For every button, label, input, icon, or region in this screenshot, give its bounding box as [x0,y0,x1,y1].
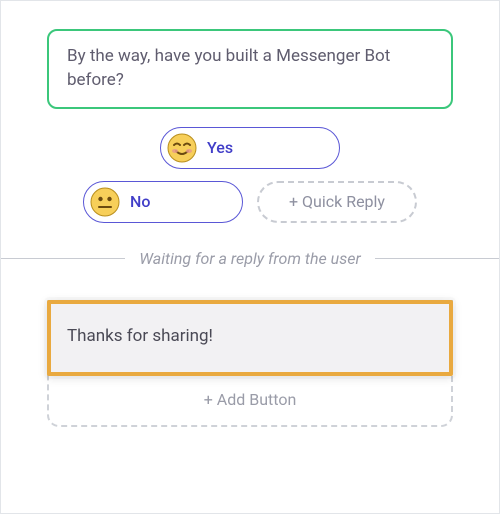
quick-replies-group: Yes No + Quick Reply [23,127,477,223]
response-card: Thanks for sharing! + Add Button [47,300,453,427]
quick-reply-yes[interactable]: Yes [160,127,340,169]
quick-reply-label: No [130,192,150,211]
add-button-button[interactable]: + Add Button [49,376,451,425]
add-quick-reply-button[interactable]: + Quick Reply [257,181,417,223]
quick-reply-label: Yes [207,138,233,157]
waiting-divider-label: Waiting for a reply from the user [125,249,374,268]
bot-flow-editor: By the way, have you built a Messenger B… [0,0,500,514]
quick-reply-no[interactable]: No [83,181,243,223]
neutral-emoji-icon [90,187,120,217]
quick-reply-row-1: Yes [23,127,477,169]
add-quick-reply-label: + Quick Reply [289,192,385,211]
bot-message-bubble[interactable]: By the way, have you built a Messenger B… [47,29,453,109]
blush-emoji-icon [167,133,197,163]
response-text-block[interactable]: Thanks for sharing! [47,300,453,376]
waiting-divider: Waiting for a reply from the user [1,249,499,268]
quick-reply-row-2: No + Quick Reply [23,181,477,223]
